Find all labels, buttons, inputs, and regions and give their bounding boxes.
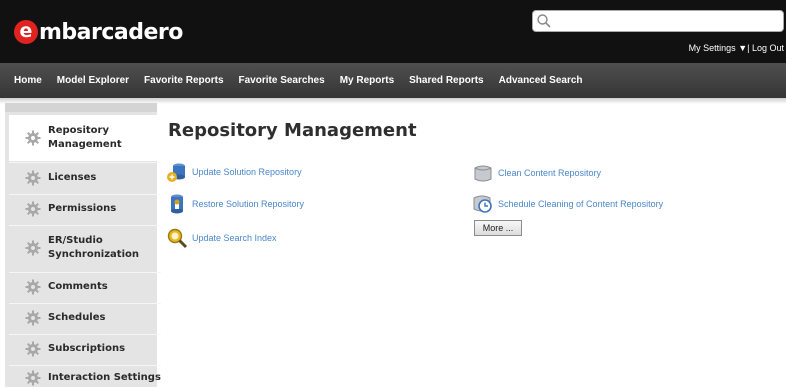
- sidebar-divider: [9, 272, 161, 273]
- gear-icon: [25, 170, 41, 186]
- magnifier-search-icon: [167, 228, 188, 249]
- sidebar-item-label: Comments: [48, 281, 108, 292]
- nav-shared-reports[interactable]: Shared Reports: [409, 75, 483, 86]
- gear-icon: [25, 310, 41, 326]
- sidebar-item-label: Licenses: [48, 172, 97, 183]
- sidebar-item-label: Interaction Settings: [48, 372, 161, 383]
- update-search-index-link[interactable]: Update Search Index: [166, 227, 277, 249]
- sidebar-divider: [9, 303, 161, 304]
- sidebar-item-label: Schedules: [48, 312, 106, 323]
- sidebar-top-band: [5, 103, 157, 112]
- sidebar-divider: [9, 225, 161, 226]
- database-update-icon: [167, 163, 185, 182]
- logo-e-mark: e: [14, 20, 38, 44]
- sidebar-item-label: ER/Studio Synchronization: [48, 235, 140, 260]
- sidebar-item-label: Subscriptions: [48, 343, 126, 354]
- nav-model-explorer[interactable]: Model Explorer: [57, 75, 129, 86]
- action-label: Update Search Index: [192, 233, 277, 243]
- gear-icon: [25, 341, 41, 357]
- embarcadero-logo[interactable]: e mbarcadero: [14, 17, 183, 47]
- gear-icon: [25, 201, 41, 217]
- action-label: Update Solution Repository: [192, 167, 302, 177]
- nav-advanced-search[interactable]: Advanced Search: [499, 75, 583, 86]
- sidebar-divider: [9, 194, 161, 195]
- sidebar-item-licenses[interactable]: Licenses: [9, 165, 161, 191]
- gear-icon: [25, 240, 41, 256]
- search-box[interactable]: [532, 10, 785, 32]
- sidebar-divider: [9, 334, 161, 335]
- gear-icon: [25, 370, 41, 386]
- clean-content-repository-link[interactable]: Clean Content Repository: [472, 162, 601, 184]
- action-label: Restore Solution Repository: [192, 199, 305, 209]
- action-label: Schedule Cleaning of Content Repository: [498, 199, 664, 209]
- my-settings-link[interactable]: My Settings: [689, 43, 736, 53]
- sidebar-item-label: Repository Management: [48, 125, 122, 150]
- sidebar-item-repository-management[interactable]: Repository Management: [9, 115, 162, 161]
- sidebar-divider: [9, 162, 161, 163]
- database-restore-icon: [171, 194, 183, 214]
- header-bar: e mbarcadero My Settings ▼| Log Out: [0, 0, 786, 63]
- nav-favorite-searches[interactable]: Favorite Searches: [239, 75, 325, 86]
- page-title: Repository Management: [168, 120, 417, 141]
- sidebar-item-schedules[interactable]: Schedules: [9, 305, 161, 331]
- action-label: Clean Content Repository: [498, 168, 602, 178]
- sidebar-item-erstudio-synchronization[interactable]: ER/Studio Synchronization: [9, 227, 161, 269]
- restore-solution-repository-link[interactable]: Restore Solution Repository: [166, 193, 304, 215]
- sidebar-item-interaction-settings[interactable]: Interaction Settings: [9, 367, 161, 389]
- nav-home[interactable]: Home: [14, 75, 42, 86]
- log-out-link[interactable]: Log Out: [752, 43, 784, 53]
- schedule-clock-icon: [473, 195, 492, 213]
- gear-icon: [25, 279, 41, 295]
- more-button[interactable]: More ...: [474, 220, 522, 236]
- content-repository-icon: [474, 165, 492, 182]
- search-input[interactable]: [555, 12, 785, 32]
- sidebar-item-comments[interactable]: Comments: [9, 274, 161, 300]
- sidebar-item-subscriptions[interactable]: Subscriptions: [9, 336, 161, 362]
- nav-favorite-reports[interactable]: Favorite Reports: [144, 75, 223, 86]
- gear-icon: [25, 130, 41, 146]
- schedule-cleaning-link[interactable]: Schedule Cleaning of Content Repository: [472, 193, 663, 215]
- sidebar-item-permissions[interactable]: Permissions: [9, 196, 161, 222]
- search-icon: [537, 14, 551, 28]
- nav-my-reports[interactable]: My Reports: [340, 75, 394, 86]
- main-nav: Home Model Explorer Favorite Reports Fav…: [0, 63, 786, 98]
- logo-wordmark: mbarcadero: [39, 19, 183, 45]
- user-menu: My Settings ▼| Log Out: [689, 43, 784, 53]
- admin-sidebar: Repository Management Licenses Permissio…: [5, 103, 162, 387]
- sidebar-divider: [9, 365, 161, 366]
- settings-separator: ▼|: [738, 43, 750, 53]
- sidebar-item-label: Permissions: [48, 203, 117, 214]
- update-solution-repository-link[interactable]: Update Solution Repository: [166, 161, 302, 183]
